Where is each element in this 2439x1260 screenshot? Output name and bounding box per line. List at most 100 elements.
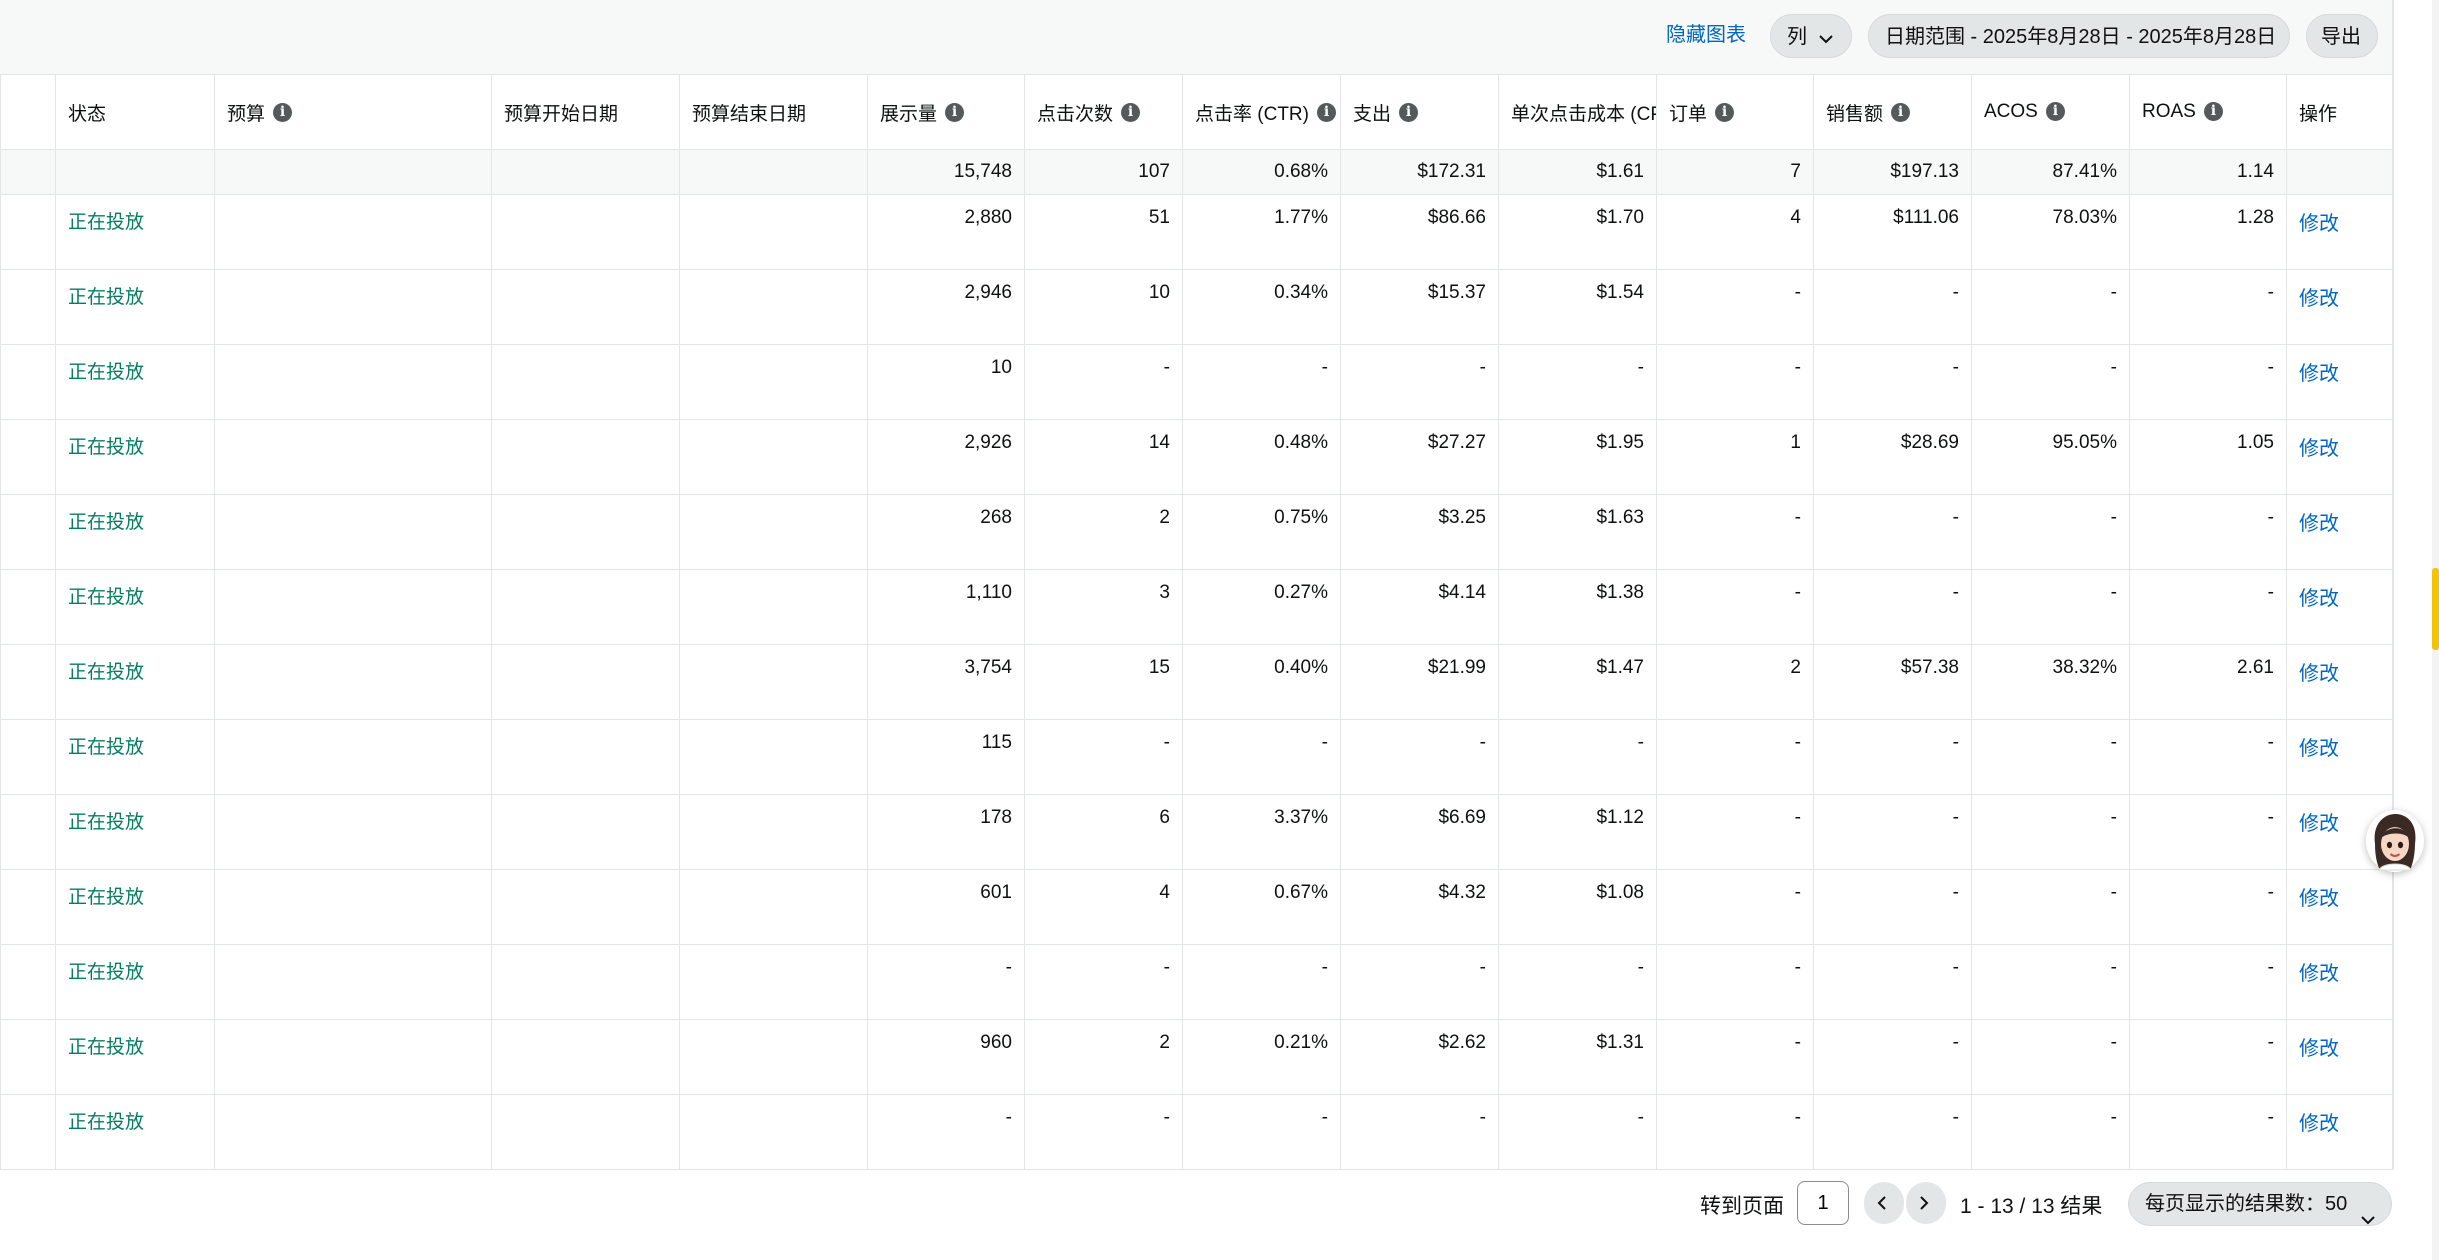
column-header-1[interactable]: 状态 [55,74,215,150]
cpc-cell: $1.63 [1498,494,1657,570]
column-header-label: 支出 [1353,103,1392,125]
info-icon[interactable]: i [273,102,293,122]
budget-cell [214,1019,492,1095]
edit-link[interactable]: 修改 [2286,1019,2393,1095]
column-header-6[interactable]: 点击次数 i [1024,74,1183,150]
prev-page-button[interactable] [1864,1182,1904,1224]
ctr-cell: - [1182,1094,1341,1170]
column-header-4[interactable]: 预算结束日期 [679,74,868,150]
budget-end-date-cell [679,719,868,795]
info-icon[interactable]: i [2203,102,2223,122]
budget-cell [214,944,492,1020]
budget-end-date-cell [679,569,868,645]
orders-cell: - [1656,869,1814,945]
assistant-avatar-icon[interactable] [2366,810,2424,872]
columns-dropdown[interactable]: 列 [1770,14,1852,58]
column-header-7[interactable]: 点击率 (CTR) i [1182,74,1341,150]
budget-cell [214,794,492,870]
summary-cell [491,149,680,195]
spend-cell: $15.37 [1340,269,1499,345]
column-header-3[interactable]: 预算开始日期 [491,74,680,150]
info-icon[interactable]: i [1891,102,1911,122]
roas-cell: - [2129,869,2287,945]
column-header-label: 订单 [1669,103,1708,125]
impressions-cell: - [867,1094,1025,1170]
column-header-13[interactable]: ROAS i [2129,74,2287,150]
budget-cell [214,1094,492,1170]
info-icon[interactable]: i [945,102,965,122]
edit-link[interactable]: 修改 [2286,1094,2393,1170]
ctr-cell: - [1182,344,1341,420]
column-header-label: 点击率 (CTR) [1195,103,1309,125]
sales-cell: - [1813,569,1972,645]
table-row: 正在投放 2,946 10 0.34% $15.37 $1.54- - - - 修改 [0,269,2393,345]
cpc-cell: $1.31 [1498,1019,1657,1095]
orders-cell: - [1656,794,1814,870]
info-icon[interactable]: i [2045,102,2065,122]
spend-cell: - [1340,719,1499,795]
column-header-14[interactable]: 操作 [2286,74,2393,150]
budget-start-date-cell [491,269,680,345]
budget-end-date-cell [679,1094,868,1170]
edit-link[interactable]: 修改 [2286,644,2393,720]
columns-label: 列 [1787,26,1807,48]
acos-cell: - [1971,1094,2130,1170]
roas-cell: - [2129,794,2287,870]
roas-cell: 1.05 [2129,419,2287,495]
status-cell: 正在投放 [55,344,215,420]
status-cell: 正在投放 [55,869,215,945]
edit-link[interactable]: 修改 [2286,269,2393,345]
edit-link[interactable]: 修改 [2286,869,2393,945]
acos-cell: 38.32% [1971,644,2130,720]
edit-link[interactable]: 修改 [2286,719,2393,795]
edit-link[interactable]: 修改 [2286,344,2393,420]
info-icon[interactable]: i [1399,102,1419,122]
row-select-cell [0,269,56,345]
acos-cell: - [1971,269,2130,345]
page-number-input[interactable] [1797,1181,1849,1225]
scrollbar-thumb[interactable] [2432,568,2439,650]
clicks-cell: 14 [1024,419,1183,495]
impressions-cell: - [867,944,1025,1020]
spend-cell: $2.62 [1340,1019,1499,1095]
hide-chart-link[interactable]: 隐藏图表 [1666,22,1746,48]
column-header-10[interactable]: 订单 i [1656,74,1814,150]
table-row: 正在投放 178 6 3.37% $6.69 $1.12- - - - 修改 [0,794,2393,870]
row-select-cell [0,644,56,720]
spend-cell: $27.27 [1340,419,1499,495]
column-header-8[interactable]: 支出 i [1340,74,1499,150]
column-header-5[interactable]: 展示量 i [867,74,1025,150]
summary-cell: 87.41% [1971,149,2130,195]
edit-link[interactable]: 修改 [2286,419,2393,495]
budget-cell [214,344,492,420]
edit-link[interactable]: 修改 [2286,494,2393,570]
info-icon[interactable]: i [1316,102,1336,122]
goto-page-label: 转到页面 [1700,1195,1784,1218]
edit-link[interactable]: 修改 [2286,569,2393,645]
date-range-button[interactable]: 日期范围 - 2025年8月28日 - 2025年8月28日 [1868,14,2290,58]
table-row: 正在投放 115- - - - - - - - 修改 [0,719,2393,795]
impressions-cell: 10 [867,344,1025,420]
acos-cell: - [1971,1019,2130,1095]
edit-link[interactable]: 修改 [2286,944,2393,1020]
sales-cell: $28.69 [1813,419,1972,495]
column-header-2[interactable]: 预算 i [214,74,492,150]
column-header-12[interactable]: ACOS i [1971,74,2130,150]
roas-cell: - [2129,494,2287,570]
edit-link[interactable]: 修改 [2286,194,2393,270]
column-header-11[interactable]: 销售额 i [1813,74,1972,150]
results-per-page-dropdown[interactable]: 每页显示的结果数：50 [2128,1182,2392,1226]
info-icon[interactable]: i [1121,102,1141,122]
info-icon[interactable]: i [1715,102,1735,122]
budget-end-date-cell [679,494,868,570]
next-page-button[interactable] [1906,1182,1946,1224]
budget-end-date-cell [679,419,868,495]
status-cell: 正在投放 [55,494,215,570]
export-button[interactable]: 导出 [2306,14,2378,58]
summary-cell [2286,149,2393,195]
column-header-9[interactable]: 单次点击成本 (CPC) [1498,74,1657,150]
budget-start-date-cell [491,569,680,645]
roas-cell: - [2129,1094,2287,1170]
status-cell: 正在投放 [55,269,215,345]
orders-cell: 1 [1656,419,1814,495]
